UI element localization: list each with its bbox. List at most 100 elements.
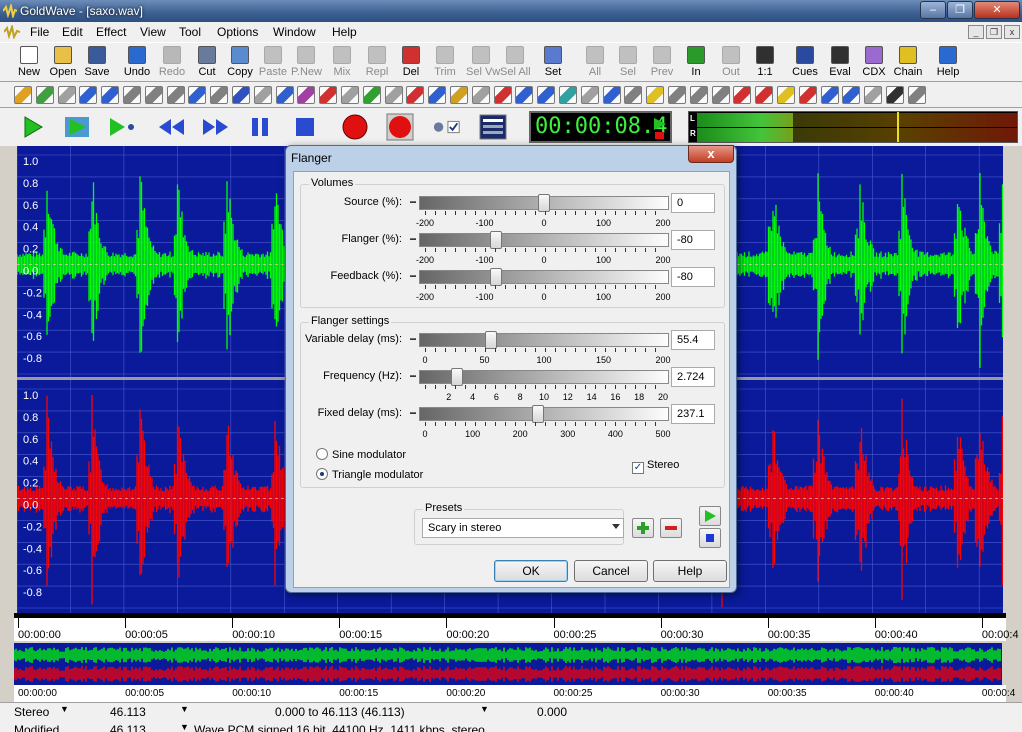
- play-from-cursor-button[interactable]: [106, 112, 136, 142]
- effect-tool-27-icon[interactable]: [580, 86, 599, 104]
- status-channels[interactable]: Stereo: [14, 705, 49, 719]
- effect-tool-20-icon[interactable]: [428, 86, 447, 104]
- stop-button[interactable]: [290, 112, 320, 142]
- effect-tool-25-icon[interactable]: [537, 86, 556, 104]
- rewind-button[interactable]: [156, 112, 186, 142]
- effect-tool-33-icon[interactable]: [711, 86, 730, 104]
- close-window-button[interactable]: ✕: [974, 1, 1020, 19]
- slider-decrement-button[interactable]: −: [407, 370, 419, 384]
- effect-tool-31-icon[interactable]: [668, 86, 686, 104]
- toolbar-mix-button[interactable]: Mix: [327, 46, 357, 80]
- effect-tool-18-icon[interactable]: [384, 86, 403, 104]
- slider-source[interactable]: −+: [407, 194, 681, 215]
- slider-decrement-button[interactable]: −: [407, 270, 419, 284]
- toolbar-cues-button[interactable]: Cues: [790, 46, 820, 80]
- effect-tool-5-icon[interactable]: [101, 86, 120, 104]
- slider-value-input[interactable]: -80: [671, 267, 715, 287]
- fast-forward-button[interactable]: [201, 112, 231, 142]
- minimize-button[interactable]: –: [920, 1, 946, 19]
- slider-value-input[interactable]: 237.1: [671, 404, 715, 424]
- effect-tool-28-icon[interactable]: [602, 86, 621, 104]
- effect-tool-40-icon[interactable]: [864, 86, 883, 104]
- effect-tool-39-icon[interactable]: [842, 86, 861, 104]
- help-button[interactable]: Help: [653, 560, 727, 582]
- toolbar-help-button[interactable]: Help: [933, 46, 963, 80]
- effect-tool-7-icon[interactable]: [144, 86, 163, 104]
- effect-tool-9-icon[interactable]: [188, 86, 207, 104]
- effect-tool-32-icon[interactable]: [689, 86, 708, 104]
- toolbar-new-button[interactable]: New: [14, 46, 44, 80]
- toolbar-in-button[interactable]: In: [681, 46, 711, 80]
- toolbar-redo-button[interactable]: Redo: [157, 46, 187, 80]
- preview-stop-button[interactable]: [699, 528, 721, 548]
- effect-tool-23-icon[interactable]: [493, 86, 512, 104]
- slider-decrement-button[interactable]: −: [407, 407, 419, 421]
- effect-tool-34-icon[interactable]: [733, 86, 752, 104]
- toolbar-out-button[interactable]: Out: [716, 46, 746, 80]
- slider-value-input[interactable]: 0: [671, 193, 715, 213]
- channels-dropdown-icon[interactable]: ▼: [60, 704, 69, 714]
- menu-view[interactable]: View: [140, 25, 166, 39]
- slider-value-input[interactable]: -80: [671, 230, 715, 250]
- menu-help[interactable]: Help: [332, 25, 357, 39]
- length-dropdown-icon[interactable]: ▼: [180, 704, 189, 714]
- effect-tool-37-icon[interactable]: [798, 86, 817, 104]
- maximize-button[interactable]: ❐: [947, 1, 973, 19]
- slider-decrement-button[interactable]: −: [407, 333, 419, 347]
- toolbar-open-button[interactable]: Open: [48, 46, 78, 80]
- preview-play-button[interactable]: [699, 506, 721, 526]
- toolbar-del-button[interactable]: Del: [396, 46, 426, 80]
- toolbar-all-button[interactable]: All: [580, 46, 610, 80]
- effect-tool-14-icon[interactable]: [297, 86, 316, 104]
- slider-track[interactable]: [419, 407, 669, 421]
- control-properties-button[interactable]: [478, 112, 508, 142]
- pause-button[interactable]: [245, 112, 275, 142]
- effect-tool-30-icon[interactable]: [646, 86, 665, 104]
- effect-tool-29-icon[interactable]: [624, 86, 643, 104]
- slider-track[interactable]: [419, 333, 669, 347]
- toolbar-paste-button[interactable]: Paste: [258, 46, 288, 80]
- toolbar-prev-button[interactable]: Prev: [647, 46, 677, 80]
- effect-tool-42-icon[interactable]: [907, 86, 926, 104]
- toolbar-save-button[interactable]: Save: [82, 46, 112, 80]
- play-button[interactable]: [17, 112, 47, 142]
- slider-flanger[interactable]: −+: [407, 231, 681, 252]
- original-length-dropdown-icon[interactable]: ▼: [180, 722, 189, 732]
- effect-tool-41-icon[interactable]: [886, 86, 904, 104]
- record-button[interactable]: [340, 112, 370, 142]
- record-new-button[interactable]: [385, 112, 415, 142]
- overview-bar[interactable]: [13, 643, 1002, 685]
- slider-frequency-hz[interactable]: −+: [407, 368, 681, 389]
- effect-tool-15-icon[interactable]: [319, 86, 338, 104]
- effect-tool-19-icon[interactable]: [406, 86, 425, 104]
- effect-tool-16-icon[interactable]: [341, 86, 359, 104]
- slider-thumb[interactable]: [490, 231, 503, 249]
- slider-thumb[interactable]: [490, 268, 503, 286]
- toolbar-cdx-button[interactable]: CDX: [859, 46, 889, 80]
- toolbar-copy-button[interactable]: Copy: [225, 46, 255, 80]
- sine-modulator-radio[interactable]: Sine modulator: [316, 448, 406, 461]
- toolbar-repl-button[interactable]: Repl: [362, 46, 392, 80]
- slider-value-input[interactable]: 55.4: [671, 330, 715, 350]
- menu-window[interactable]: Window: [273, 25, 316, 39]
- effect-tool-17-icon[interactable]: [362, 86, 381, 104]
- mdi-close-button[interactable]: x: [1004, 25, 1020, 39]
- slider-track[interactable]: [419, 270, 669, 284]
- toolbar-trim-button[interactable]: Trim: [430, 46, 460, 80]
- toolbar-set-button[interactable]: Set: [538, 46, 568, 80]
- menu-effect[interactable]: Effect: [96, 25, 126, 39]
- slider-track[interactable]: [419, 233, 669, 247]
- cancel-button[interactable]: Cancel: [574, 560, 648, 582]
- menu-file[interactable]: File: [30, 25, 49, 39]
- toolbar-undo-button[interactable]: Undo: [122, 46, 152, 80]
- effect-tool-21-icon[interactable]: [450, 86, 468, 104]
- slider-fixed-delay-ms[interactable]: −+: [407, 405, 681, 426]
- toolbar-cut-button[interactable]: Cut: [192, 46, 222, 80]
- effect-tool-3-icon[interactable]: [57, 86, 76, 104]
- effect-tool-4-icon[interactable]: [79, 86, 98, 104]
- effect-tool-22-icon[interactable]: [471, 86, 490, 104]
- monitor-toggle-button[interactable]: [432, 112, 462, 142]
- dialog-close-button[interactable]: x: [688, 145, 734, 163]
- toolbar-eval-button[interactable]: Eval: [825, 46, 855, 80]
- slider-feedback[interactable]: −+: [407, 268, 681, 289]
